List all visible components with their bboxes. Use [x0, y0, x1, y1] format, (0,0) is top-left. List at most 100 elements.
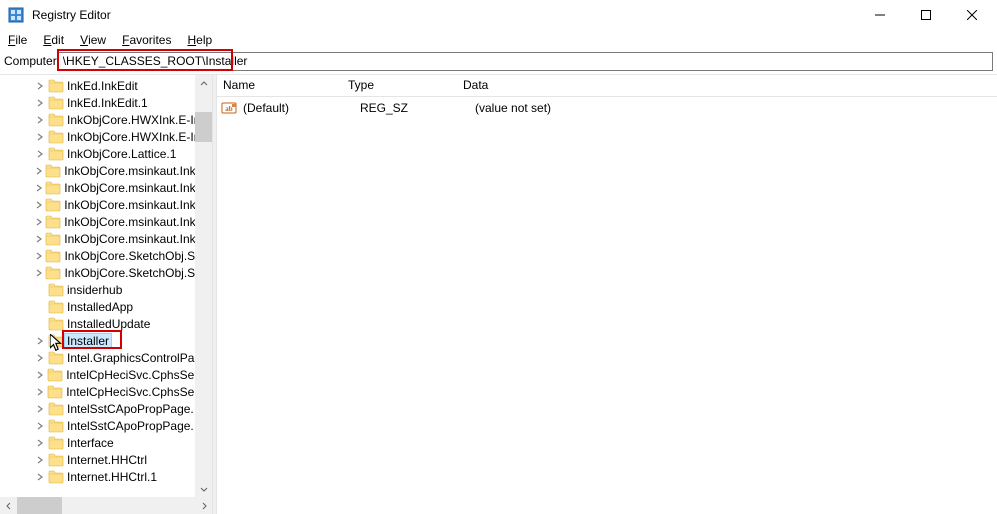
tree-item[interactable]: InkEd.InkEdit	[0, 77, 212, 94]
chevron-right-icon[interactable]	[32, 116, 48, 124]
close-button[interactable]	[949, 0, 995, 30]
tree-item[interactable]: IntelCpHeciSvc.CphsService	[0, 383, 212, 400]
chevron-right-icon[interactable]	[32, 99, 48, 107]
tree-item[interactable]: InkObjCore.msinkaut.InkCollector	[0, 179, 212, 196]
tree-item-label: InkObjCore.HWXInk.E-Ink	[67, 113, 206, 127]
chevron-right-icon[interactable]	[32, 82, 48, 90]
tree-item-label: InkObjCore.msinkaut.InkCollector	[64, 215, 212, 229]
tree-item[interactable]: Internet.HHCtrl	[0, 451, 212, 468]
folder-icon	[48, 130, 64, 144]
folder-icon	[48, 317, 64, 331]
chevron-right-icon[interactable]	[32, 150, 48, 158]
tree-pane[interactable]: InkEd.InkEdit InkEd.InkEdit.1 InkObjCore.H…	[0, 75, 212, 514]
folder-icon	[45, 232, 61, 246]
chevron-right-icon[interactable]	[32, 439, 48, 447]
window-controls	[857, 0, 995, 30]
value-row[interactable]: ab(Default)REG_SZ(value not set)	[217, 99, 997, 117]
tree-item[interactable]: InkObjCore.Lattice.1	[0, 145, 212, 162]
menu-help[interactable]: Help	[179, 31, 220, 49]
address-input[interactable]	[58, 52, 993, 71]
tree-item[interactable]: InkObjCore.HWXInk.E-Ink	[0, 111, 212, 128]
chevron-right-icon[interactable]	[32, 456, 48, 464]
column-header-name[interactable]: Name	[217, 75, 342, 96]
tree-item[interactable]: Intel.GraphicsControlPanel	[0, 349, 212, 366]
tree-item[interactable]: InkObjCore.msinkaut.InkCollector	[0, 196, 212, 213]
tree-item[interactable]: InkObjCore.HWXInk.E-Ink	[0, 128, 212, 145]
string-value-icon: ab	[221, 100, 237, 116]
menu-favorites[interactable]: Favorites	[114, 31, 179, 49]
chevron-right-icon[interactable]	[32, 422, 48, 430]
folder-icon	[48, 453, 64, 467]
tree-item[interactable]: InkObjCore.msinkaut.InkCollector	[0, 230, 212, 247]
tree-item[interactable]: InkObjCore.msinkaut.InkCollector	[0, 213, 212, 230]
chevron-right-icon[interactable]	[32, 405, 48, 413]
scroll-left-button[interactable]	[0, 497, 17, 514]
content-area: InkEd.InkEdit InkEd.InkEdit.1 InkObjCore.H…	[0, 74, 997, 514]
scroll-up-button[interactable]	[195, 75, 212, 92]
folder-icon	[47, 368, 63, 382]
address-bar: Computer	[0, 50, 997, 72]
tree-item[interactable]: IntelCpHeciSvc.CphsService	[0, 366, 212, 383]
tree-item[interactable]: InstalledApp	[0, 298, 212, 315]
tree-item[interactable]: Interface	[0, 434, 212, 451]
tree-item[interactable]: InkObjCore.SketchObj.SketchInk	[0, 247, 212, 264]
tree-horizontal-scrollbar[interactable]	[0, 497, 212, 514]
scroll-track[interactable]	[195, 92, 212, 480]
menu-edit[interactable]: Edit	[35, 31, 72, 49]
folder-icon	[45, 266, 61, 280]
minimize-button[interactable]	[857, 0, 903, 30]
chevron-right-icon[interactable]	[32, 252, 45, 260]
menu-view[interactable]: View	[72, 31, 114, 49]
scroll-thumb-h[interactable]	[17, 497, 62, 514]
tree-item[interactable]: InkObjCore.SketchObj.SketchInk	[0, 264, 212, 281]
column-header-data[interactable]: Data	[457, 75, 997, 96]
tree-item[interactable]: InstalledUpdate	[0, 315, 212, 332]
tree-item[interactable]: IntelSstCApoPropPage.	[0, 417, 212, 434]
tree-item[interactable]: insiderhub	[0, 281, 212, 298]
maximize-button[interactable]	[903, 0, 949, 30]
tree-item[interactable]: Installer	[0, 332, 212, 349]
folder-icon	[45, 215, 61, 229]
svg-text:ab: ab	[225, 105, 233, 113]
tree-item-label: InkEd.InkEdit	[67, 79, 138, 93]
chevron-right-icon[interactable]	[32, 235, 45, 243]
chevron-right-icon[interactable]	[32, 354, 48, 362]
column-header-type[interactable]: Type	[342, 75, 457, 96]
tree-vertical-scrollbar[interactable]	[195, 75, 212, 497]
tree-item[interactable]: InkObjCore.msinkaut.InkCollector	[0, 162, 212, 179]
tree-item-label: InkObjCore.Lattice.1	[67, 147, 176, 161]
scroll-thumb[interactable]	[195, 112, 212, 142]
tree-item[interactable]: Internet.HHCtrl.1	[0, 468, 212, 485]
chevron-right-icon[interactable]	[32, 388, 47, 396]
value-name: (Default)	[241, 101, 358, 115]
menubar: File Edit View Favorites Help	[0, 30, 997, 50]
chevron-right-icon[interactable]	[32, 167, 45, 175]
chevron-right-icon[interactable]	[32, 269, 45, 277]
scroll-down-button[interactable]	[195, 480, 212, 497]
folder-icon	[48, 79, 64, 93]
menu-file[interactable]: File	[4, 31, 35, 49]
scroll-track-h[interactable]	[17, 497, 195, 514]
tree-item-label: InkObjCore.msinkaut.InkCollector	[64, 181, 212, 195]
regedit-icon	[8, 7, 24, 23]
tree-item-label: InkObjCore.msinkaut.InkCollector	[64, 164, 212, 178]
value-data: (value not set)	[473, 101, 997, 115]
chevron-right-icon[interactable]	[32, 133, 48, 141]
folder-icon	[47, 385, 63, 399]
tree-item-label: Intel.GraphicsControlPanel	[67, 351, 210, 365]
tree-item[interactable]: IntelSstCApoPropPage.	[0, 400, 212, 417]
folder-icon	[48, 283, 64, 297]
folder-icon	[45, 181, 61, 195]
tree-item-label: InkEd.InkEdit.1	[67, 96, 148, 110]
chevron-right-icon[interactable]	[32, 473, 48, 481]
scroll-right-button[interactable]	[195, 497, 212, 514]
values-pane[interactable]: Name Type Data ab(Default)REG_SZ(value n…	[217, 75, 997, 514]
folder-icon	[48, 96, 64, 110]
tree-item-label: insiderhub	[67, 283, 122, 297]
chevron-right-icon[interactable]	[32, 371, 47, 379]
tree-item[interactable]: InkEd.InkEdit.1	[0, 94, 212, 111]
chevron-right-icon[interactable]	[32, 201, 45, 209]
chevron-right-icon[interactable]	[32, 337, 48, 345]
chevron-right-icon[interactable]	[32, 218, 45, 226]
chevron-right-icon[interactable]	[32, 184, 45, 192]
